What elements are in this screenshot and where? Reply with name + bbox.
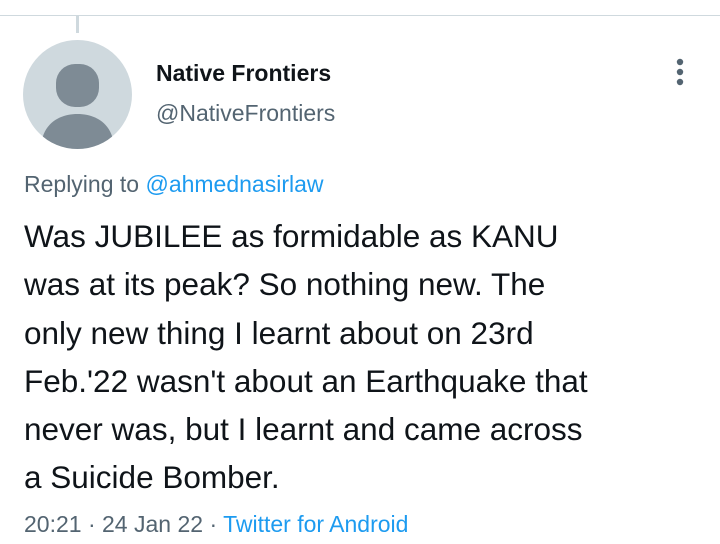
tweet-source-link[interactable]: Twitter for Android (223, 511, 408, 537)
meta-separator: · (87, 511, 96, 537)
top-divider (0, 15, 720, 16)
tweet-time[interactable]: 20:21 (24, 511, 82, 537)
tweet-text: Was JUBILEE as formidable as KANU was at… (24, 218, 588, 496)
thread-connector-line (76, 16, 79, 33)
default-avatar-icon[interactable] (23, 40, 132, 149)
author-handle[interactable]: @NativeFrontiers (156, 100, 335, 127)
tweet-date[interactable]: 24 Jan 22 (102, 511, 203, 537)
more-vertical-icon[interactable] (664, 54, 696, 90)
replying-prefix: Replying to (24, 171, 140, 197)
tweet-metadata: 20:21 · 24 Jan 22 · Twitter for Android (24, 511, 408, 538)
meta-separator: · (209, 511, 218, 537)
avatar-silhouette-icon (41, 64, 114, 149)
replying-to-line: Replying to @ahmednasirlaw (24, 171, 324, 198)
author-display-name[interactable]: Native Frontiers (156, 60, 331, 87)
reply-mention-link[interactable]: @ahmednasirlaw (145, 171, 323, 197)
tweet-detail-view: Native Frontiers @NativeFrontiers Replyi… (0, 0, 720, 544)
